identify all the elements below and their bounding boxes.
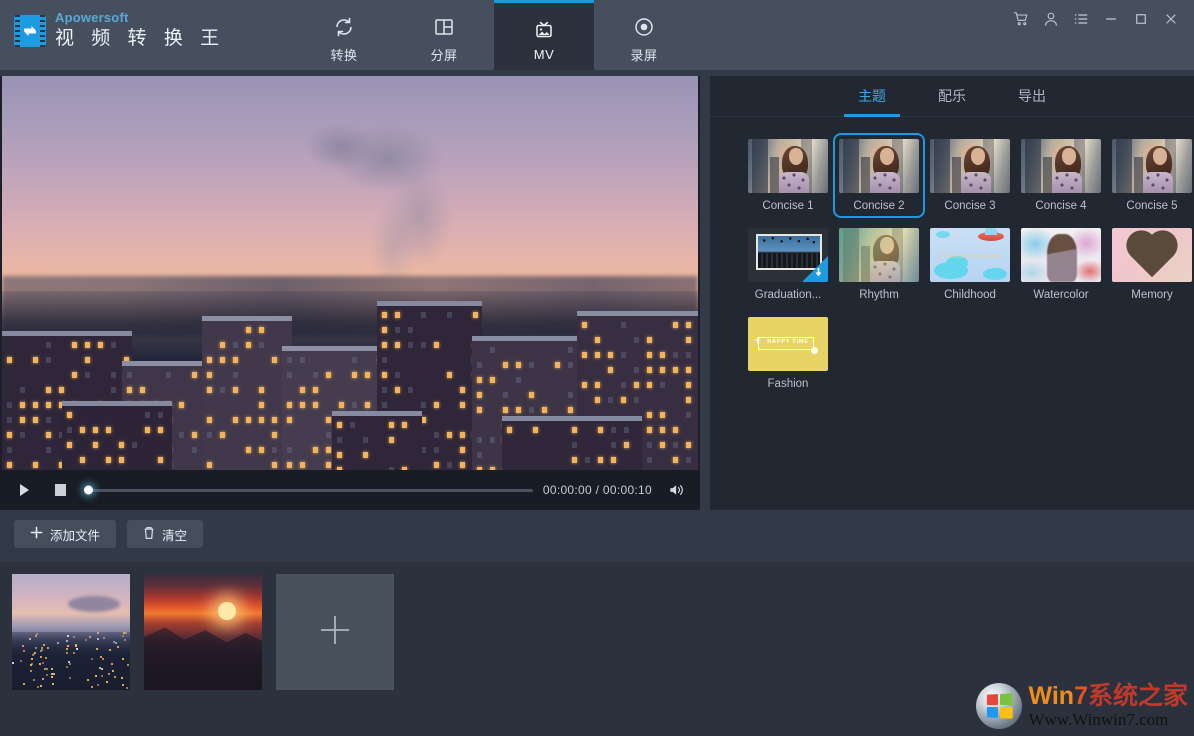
- video-preview[interactable]: [2, 76, 698, 470]
- plus-icon: [317, 612, 353, 653]
- theme-label: Concise 5: [1112, 200, 1192, 212]
- tab-split-screen-label: 分屏: [430, 45, 457, 64]
- theme-thumbnail: [930, 139, 1010, 193]
- tab-export[interactable]: 导出: [1014, 76, 1050, 116]
- theme-item-concise-2[interactable]: Concise 2: [839, 139, 919, 212]
- tab-convert-label: 转换: [330, 45, 357, 64]
- menu-icon[interactable]: [1066, 5, 1096, 33]
- tab-theme[interactable]: 主题: [854, 76, 890, 116]
- preview-city: [2, 291, 698, 470]
- record-screen-icon: [633, 14, 655, 40]
- close-icon[interactable]: [1156, 5, 1186, 33]
- action-bar: 添加文件 清空: [0, 510, 1194, 558]
- app-window: Apowersoft 视 频 转 换 王 转换: [0, 0, 1194, 736]
- cart-icon[interactable]: [1006, 5, 1036, 33]
- clear-button[interactable]: 清空: [127, 520, 203, 548]
- tab-music[interactable]: 配乐: [934, 76, 970, 116]
- theme-item-concise-1[interactable]: Concise 1: [748, 139, 828, 212]
- tab-mv[interactable]: MV: [494, 0, 594, 70]
- theme-thumbnail: [1112, 139, 1192, 193]
- theme-item-rhythm[interactable]: Rhythm: [839, 228, 919, 301]
- media-strip: [0, 562, 1194, 736]
- theme-thumbnail: [748, 139, 828, 193]
- theme-label: Watercolor: [1021, 289, 1101, 301]
- theme-label: Memory: [1112, 289, 1192, 301]
- convert-icon: [333, 14, 355, 40]
- clear-label: 清空: [162, 525, 187, 544]
- preview-smoke-plume: [302, 118, 492, 278]
- theme-label: Concise 3: [930, 200, 1010, 212]
- title-bar: Apowersoft 视 频 转 换 王 转换: [0, 0, 1194, 70]
- add-file-button[interactable]: 添加文件: [14, 520, 116, 548]
- player-controls: 00:00:00 / 00:00:10: [0, 470, 700, 510]
- tab-record-screen[interactable]: 录屏: [594, 0, 694, 70]
- panel-tabs: 主题 配乐 导出: [710, 76, 1194, 117]
- time-display: 00:00:00 / 00:00:10: [543, 483, 652, 497]
- theme-item-childhood[interactable]: MY GROWTH RECORD Childhood: [930, 228, 1010, 301]
- media-item-mountain-sunset[interactable]: [144, 574, 262, 690]
- theme-thumbnail: [748, 228, 828, 282]
- theme-item-fashion[interactable]: +HAPPY TIME Fashion: [748, 317, 828, 390]
- theme-label: Concise 1: [748, 200, 828, 212]
- theme-thumbnail: [1112, 228, 1192, 282]
- play-icon[interactable]: [12, 478, 36, 502]
- maximize-icon[interactable]: [1126, 5, 1156, 33]
- split-screen-icon: [433, 14, 455, 40]
- theme-label: Concise 4: [1021, 200, 1101, 212]
- theme-label: Fashion: [748, 378, 828, 390]
- preview-area: 00:00:00 / 00:00:10: [0, 76, 700, 510]
- theme-thumbnail: [1021, 228, 1101, 282]
- theme-panel: 主题 配乐 导出 Concise 1Concise 2Concise 3Conc…: [710, 76, 1194, 510]
- preview-buildings: [2, 291, 698, 470]
- theme-label: Childhood: [930, 289, 1010, 301]
- theme-item-concise-4[interactable]: Concise 4: [1021, 139, 1101, 212]
- media-item-winter-city[interactable]: [12, 574, 130, 690]
- brand-name: Apowersoft: [55, 10, 225, 25]
- theme-label: Graduation...: [748, 289, 828, 301]
- winter-city-sunset-thumbnail: [12, 574, 130, 690]
- theme-thumbnail: [839, 228, 919, 282]
- mv-tv-icon: [532, 16, 556, 42]
- theme-thumbnail: +HAPPY TIME: [748, 317, 828, 371]
- theme-label: Rhythm: [839, 289, 919, 301]
- plus-icon: [30, 526, 43, 542]
- theme-thumbnail: [1021, 139, 1101, 193]
- theme-thumbnail: [839, 139, 919, 193]
- theme-item-watercolor[interactable]: Watercolor: [1021, 228, 1101, 301]
- theme-item-concise-5[interactable]: Concise 5: [1112, 139, 1192, 212]
- add-file-label: 添加文件: [50, 525, 100, 544]
- theme-label: Concise 2: [839, 200, 919, 212]
- brand: Apowersoft 视 频 转 换 王: [0, 0, 225, 51]
- mountain-sunset-thumbnail: [144, 574, 262, 690]
- video-convert-logo-icon: [14, 15, 46, 47]
- theme-grid: Concise 1 Concise 2 Concise 3 Concise 4 Conc…: [710, 117, 1194, 390]
- theme-item-graduation[interactable]: Graduation...: [748, 228, 828, 301]
- add-media-tile[interactable]: [276, 574, 394, 690]
- main-nav: 转换 分屏: [294, 0, 694, 70]
- tab-mv-label: MV: [534, 47, 555, 62]
- brand-name-cn: 视 频 转 换 王: [55, 27, 225, 51]
- tab-convert[interactable]: 转换: [294, 0, 394, 70]
- progress-handle[interactable]: [84, 486, 93, 495]
- stop-icon[interactable]: [48, 478, 72, 502]
- tab-record-screen-label: 录屏: [630, 45, 657, 64]
- user-icon[interactable]: [1036, 5, 1066, 33]
- trash-icon: [143, 526, 155, 543]
- theme-item-memory[interactable]: Memory: [1112, 228, 1192, 301]
- theme-item-concise-3[interactable]: Concise 3: [930, 139, 1010, 212]
- volume-icon[interactable]: [664, 478, 688, 502]
- window-controls: [1006, 4, 1186, 34]
- progress-slider[interactable]: [86, 489, 533, 492]
- tab-split-screen[interactable]: 分屏: [394, 0, 494, 70]
- theme-thumbnail: MY GROWTH RECORD: [930, 228, 1010, 282]
- minimize-icon[interactable]: [1096, 5, 1126, 33]
